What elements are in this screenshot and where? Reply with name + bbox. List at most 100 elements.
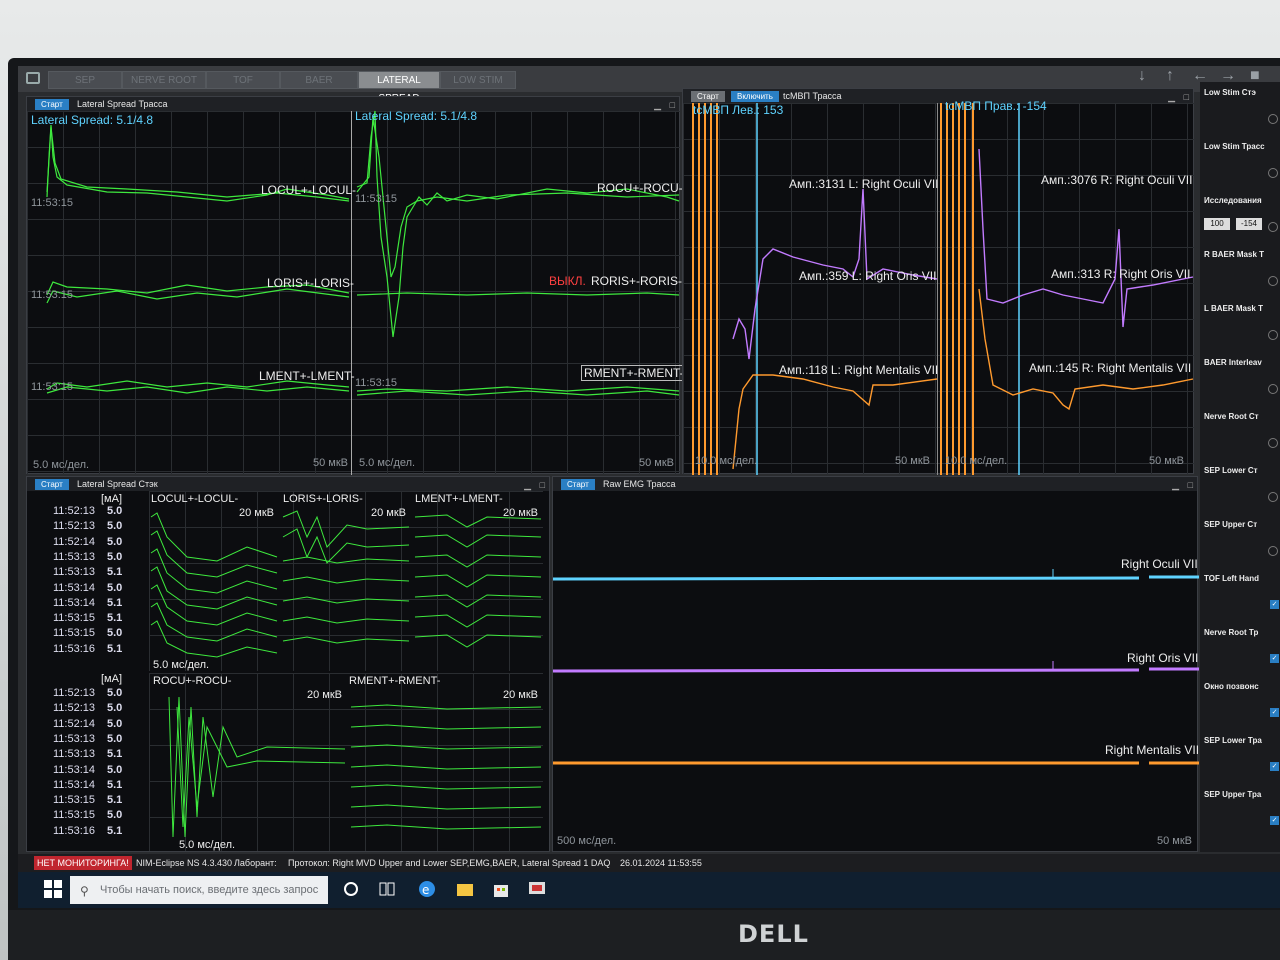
cortana-icon[interactable] (342, 880, 360, 898)
channel-off-label: ВЫКЛ. (549, 274, 586, 288)
arrow-down-icon[interactable]: ↓ (1138, 67, 1146, 85)
arrow-up-icon[interactable]: ↑ (1166, 67, 1174, 85)
operator-label: Лаборант: (234, 858, 277, 868)
stack-channel-label: LORIS+-LORIS- (283, 493, 363, 505)
edge-browser-icon[interactable]: e (418, 880, 436, 898)
taskbar-search-input[interactable]: Чтобы начать поиск, введите здесь запрос (70, 876, 328, 904)
amp-label: Амп.:313 R: Right Oris VII (1051, 267, 1191, 281)
view-toggle-icon[interactable] (1268, 276, 1278, 286)
view-toggle-icon[interactable] (1268, 492, 1278, 502)
store-icon[interactable] (492, 880, 510, 898)
checkbox-checked-icon[interactable]: ✓ (1270, 816, 1279, 825)
windows-start-icon[interactable] (44, 880, 62, 898)
channel-label-loris: LORIS+-LORIS- (267, 276, 355, 290)
datetime-label: 26.01.2024 11:53:55 (620, 858, 702, 868)
checkbox-checked-icon[interactable]: ✓ (1270, 762, 1279, 771)
view-toggle-icon[interactable] (1268, 114, 1278, 124)
screen: SEP NERVE ROOT TOF BAER LATERAL SPREAD L… (18, 66, 1280, 908)
sidebar-view-item[interactable]: Nerve Root Ст (1204, 412, 1259, 421)
tab-lateral-spread[interactable]: LATERAL SPREAD (358, 71, 440, 104)
sidebar-view-item[interactable]: R BAER Mask T (1204, 250, 1264, 259)
tab-low-stim[interactable]: LOW STIM (440, 71, 516, 89)
lateral-spread-stack-panel: Старт Lateral Spread Стэк ▁ □ [мА] [мА] … (26, 476, 550, 852)
channel-label-rocu: ROCU+-ROCU- (597, 181, 683, 195)
monitor-bottom-bezel (8, 910, 1280, 960)
sidebar-view-item[interactable]: BAER Interleav (1204, 358, 1262, 367)
app-version: NIM-Eclipse NS 4.3.430 (136, 858, 233, 868)
checkbox-checked-icon[interactable]: ✓ (1270, 708, 1279, 717)
time-marker: 11:53:15 (355, 193, 398, 205)
tcmep-right-label: tcМВП Прав.: -154 (945, 99, 1047, 113)
amp-label: Амп.:3076 R: Right Oculi VII (1041, 173, 1193, 187)
tab-sep[interactable]: SEP (48, 71, 122, 89)
nim-eclipse-app-icon[interactable] (528, 880, 546, 898)
amplitude-scale: 50 мкВ (895, 455, 931, 467)
stack-amp-label: 20 мкВ (307, 689, 343, 701)
amplitude-scale: 50 мкВ (1157, 835, 1193, 847)
lateral-spread-trace-panel: Старт Lateral Spread Трасса ▁ □ Lateral … (26, 96, 687, 475)
stack-time-scale: 5.0 мс/дел. (153, 659, 210, 671)
sidebar-view-item[interactable]: SEP Upper Тра (1204, 790, 1261, 799)
task-view-icon[interactable] (378, 880, 396, 898)
checkbox-checked-icon[interactable]: ✓ (1270, 600, 1279, 609)
amplitude-scale: 50 мкВ (313, 457, 349, 469)
left-lateral-value: Lateral Spread: 5.1/4.8 (31, 113, 154, 127)
sidebar-view-item[interactable]: SEP Lower Ст (1204, 466, 1258, 475)
sidebar-view-item[interactable]: Low Stim Стэ (1204, 88, 1256, 97)
file-explorer-icon[interactable] (456, 880, 474, 898)
time-marker: 11:53:15 (355, 377, 398, 389)
stack-time-scale: 5.0 мс/дел. (179, 839, 236, 851)
study-value-input[interactable]: 100 (1204, 218, 1230, 230)
stack-channel-label: LOCUL+-LOCUL- (151, 493, 239, 505)
amp-label: Амп.:118 L: Right Mentalis VII (779, 363, 939, 377)
sidebar-view-item[interactable]: Окно позвонс (1204, 682, 1259, 691)
amplitude-scale: 50 мкВ (639, 457, 675, 469)
tab-baer[interactable]: BAER (280, 71, 358, 89)
sidebar-view-item[interactable]: Nerve Root Тр (1204, 628, 1258, 637)
emg-channel-label: Right Oris VII (1127, 651, 1199, 665)
sidebar-view-item[interactable]: SEP Upper Ст (1204, 520, 1257, 529)
svg-text:e: e (422, 883, 429, 897)
tab-nerve-root[interactable]: NERVE ROOT (122, 71, 206, 89)
stack-amp-label: 20 мкВ (503, 689, 539, 701)
stack-amp-label: 20 мкВ (503, 507, 539, 519)
time-marker: 11:53:15 (31, 289, 74, 301)
checkbox-checked-icon[interactable]: ✓ (1270, 654, 1279, 663)
emg-channel-label: Right Mentalis VII (1105, 743, 1200, 757)
amp-label: Амп.:145 R: Right Mentalis VII (1029, 361, 1192, 375)
protocol-label: Протокол: Right MVD Upper and Lower SEP,… (288, 858, 611, 868)
stack-waveforms (150, 510, 542, 838)
sidebar-view-item[interactable]: TOF Left Hand (1204, 574, 1259, 583)
study-value-input[interactable]: -154 (1236, 218, 1262, 230)
stack-amp-label: 20 мкВ (371, 507, 407, 519)
sidebar-view-item[interactable]: SEP Lower Тра (1204, 736, 1262, 745)
tcmep-trace-panel: Старт Включить tcМВП Трасса ▁ □ tcМВП Ле… (682, 88, 1195, 475)
channel-label-rment: RMENT+-RMENT- (581, 365, 687, 381)
time-scale: 10.0 мс/дел. (695, 455, 758, 467)
amp-label: Амп.:3131 L: Right Oculi VII (789, 177, 939, 191)
search-icon: ⚲ (80, 884, 89, 898)
monitor-brand-logo: DELL (738, 920, 809, 948)
view-toggle-icon[interactable] (1268, 222, 1278, 232)
app-icon[interactable] (26, 72, 40, 84)
view-toggle-icon[interactable] (1268, 384, 1278, 394)
tcmep-left-label: tcМВП Лев.: 153 (693, 103, 784, 117)
view-toggle-icon[interactable] (1268, 168, 1278, 178)
amp-label: Амп.:359 L: Right Oris VII (799, 269, 937, 283)
view-toggle-icon[interactable] (1268, 546, 1278, 556)
sidebar-view-item[interactable]: L BAER Mask T (1204, 304, 1263, 313)
raw-emg-panel: Старт Raw EMG Трасса ▁ □ Right Oculi VII… (552, 476, 1200, 852)
view-toggle-icon[interactable] (1268, 330, 1278, 340)
tab-tof[interactable]: TOF (206, 71, 280, 89)
view-list-sidebar: Low Stim Стэ Low Stim Трасс Исследования R … (1200, 82, 1280, 852)
tcmep-waveforms (692, 103, 1194, 475)
view-toggle-icon[interactable] (1268, 438, 1278, 448)
channel-label-lment: LMENT+-LMENT- (259, 369, 355, 383)
raw-emg-waveforms (552, 569, 1199, 765)
time-scale: 5.0 мс/дел. (33, 459, 90, 471)
stack-channel-label: LMENT+-LMENT- (415, 493, 503, 505)
sidebar-view-item[interactable]: Low Stim Трасс (1204, 142, 1265, 151)
channel-label-locul: LOCUL+-LOCUL- (261, 183, 357, 197)
monitoring-status-badge: НЕТ МОНИТОРИНГА! (34, 856, 132, 870)
sidebar-view-item[interactable]: Исследования (1204, 196, 1262, 205)
